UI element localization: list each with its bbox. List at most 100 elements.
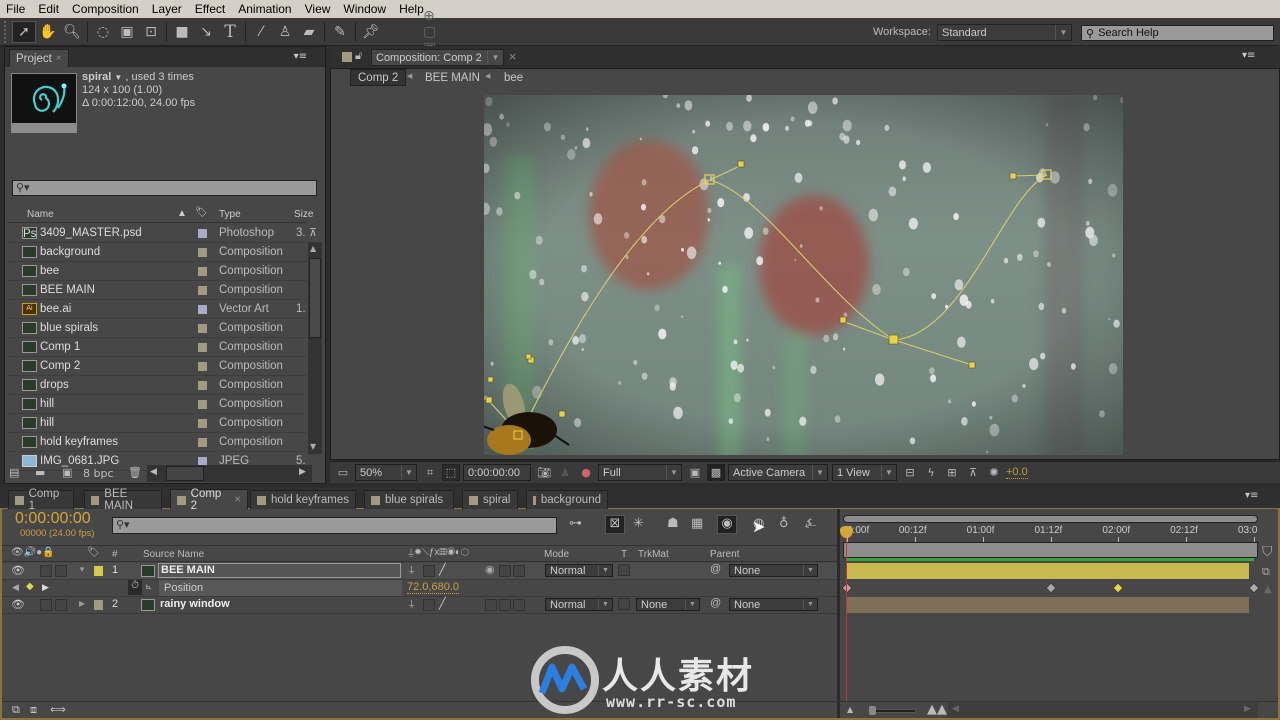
collapse-chevron-icon[interactable]: ▼ bbox=[78, 565, 86, 574]
composition-viewport[interactable] bbox=[484, 95, 1123, 455]
pick-whip-icon[interactable]: @ bbox=[710, 597, 721, 609]
timeline-tab[interactable]: hold keyframes bbox=[250, 490, 356, 509]
flowchart-icon[interactable]: ⊼ bbox=[964, 464, 982, 481]
rotation-tool-icon[interactable]: ◌ bbox=[91, 21, 115, 43]
pan-behind-tool-icon[interactable]: ⊡ bbox=[139, 21, 163, 43]
timeline-current-time[interactable]: 0:00:00:00 bbox=[15, 510, 91, 528]
project-horizontal-scrollbar[interactable]: ◀ ▶ bbox=[147, 465, 312, 482]
magnification-dropdown[interactable]: 50% ▼ bbox=[355, 464, 417, 481]
quality-switch[interactable] bbox=[423, 599, 435, 611]
scroll-left-icon[interactable]: ◀ bbox=[952, 704, 959, 714]
panel-menu-icon[interactable]: ▾≡ bbox=[1245, 490, 1258, 501]
mask-visibility-icon[interactable]: ⬚ bbox=[442, 464, 460, 481]
zoom-tool-icon[interactable]: 🔍︎ bbox=[60, 21, 84, 43]
zoom-in-icon[interactable]: ▲▲ bbox=[927, 702, 947, 717]
project-item[interactable]: Ps 3409_MASTER.psd Photoshop 3. bbox=[7, 224, 307, 243]
layer-label-color[interactable] bbox=[94, 566, 103, 576]
menu-help[interactable]: Help bbox=[399, 2, 424, 16]
tab-project[interactable]: Project × bbox=[9, 49, 69, 67]
eraser-tool-icon[interactable]: ▰ bbox=[297, 21, 321, 43]
search-help-input[interactable]: ⚲ Search Help bbox=[1081, 25, 1274, 41]
bit-depth-button[interactable]: 8 bpc bbox=[83, 467, 114, 480]
motion-blur-switch[interactable] bbox=[485, 599, 497, 611]
panel-menu-icon[interactable]: ▾≡ bbox=[1242, 50, 1255, 61]
timeline-search-input[interactable]: ⚲▾ bbox=[112, 517, 557, 534]
timeline-horizontal-scrollbar[interactable]: ◀ ▶ bbox=[948, 702, 1258, 718]
item-label-color[interactable] bbox=[198, 381, 207, 390]
camera-dropdown[interactable]: Active Camera ▼ bbox=[728, 464, 828, 481]
camera-tool-icon[interactable]: ▣ bbox=[115, 21, 139, 43]
menu-window[interactable]: Window bbox=[343, 2, 386, 16]
panel-grip[interactable] bbox=[4, 20, 8, 43]
puppet-pin-tool-icon[interactable]: 📌︎ bbox=[359, 21, 383, 43]
safe-margins-icon[interactable]: ⌗ bbox=[421, 464, 439, 481]
motion-blur-switch-icon[interactable]: ◉ bbox=[485, 563, 495, 576]
project-search-input[interactable]: ⚲▾ bbox=[12, 180, 317, 196]
close-icon[interactable]: × bbox=[508, 50, 517, 63]
project-item[interactable]: BEE MAIN Composition bbox=[7, 281, 307, 300]
resolution-dropdown[interactable]: Full ▼ bbox=[598, 464, 682, 481]
menu-animation[interactable]: Animation bbox=[238, 2, 291, 16]
breadcrumb-bee-main[interactable]: BEE MAIN bbox=[425, 72, 480, 84]
blend-mode-dropdown[interactable]: Normal ▼ bbox=[545, 564, 613, 577]
item-label-color[interactable] bbox=[198, 305, 207, 314]
visibility-eye-icon[interactable]: 👁︎ bbox=[11, 598, 25, 611]
transparency-grid-icon[interactable]: ▩ bbox=[707, 464, 725, 481]
menu-layer[interactable]: Layer bbox=[152, 2, 182, 16]
comp-button-icon[interactable]: ⧉ bbox=[1262, 565, 1270, 579]
hide-shy-layers-icon[interactable]: ☗ bbox=[667, 516, 679, 531]
new-composition-icon[interactable]: ▣ bbox=[62, 466, 72, 479]
fast-previews-icon[interactable]: ϟ bbox=[922, 464, 940, 481]
exposure-value[interactable]: +0.0 bbox=[1006, 466, 1028, 479]
text-tool-icon[interactable]: T bbox=[218, 21, 242, 43]
hand-tool-icon[interactable]: ✋ bbox=[36, 21, 60, 43]
graph-icon[interactable]: ⦜ bbox=[146, 581, 152, 592]
scroll-left-icon[interactable]: ◀ bbox=[150, 467, 157, 477]
label-column-icon[interactable]: 🏷︎ bbox=[195, 207, 208, 218]
project-item[interactable]: bee Composition bbox=[7, 262, 307, 281]
work-area-bar[interactable] bbox=[843, 542, 1258, 558]
3d-switch[interactable] bbox=[513, 599, 525, 611]
item-label-color[interactable] bbox=[198, 248, 207, 257]
clone-stamp-tool-icon[interactable]: ♙ bbox=[273, 21, 297, 43]
quality-slash-icon[interactable]: ╱ bbox=[439, 597, 446, 610]
project-item[interactable]: background Composition bbox=[7, 243, 307, 262]
column-type[interactable]: Type bbox=[219, 209, 241, 220]
visibility-eye-icon[interactable]: 👁︎ bbox=[11, 564, 25, 577]
reset-exposure-icon[interactable]: ✺ bbox=[985, 464, 1003, 481]
previous-keyframe-icon[interactable]: ◀ bbox=[12, 582, 19, 593]
timeline-zoom-slider[interactable] bbox=[869, 706, 916, 715]
close-icon[interactable]: × bbox=[56, 53, 62, 64]
item-label-color[interactable] bbox=[198, 400, 207, 409]
layer-duration-bar[interactable] bbox=[847, 563, 1249, 579]
parent-dropdown[interactable]: None ▼ bbox=[729, 598, 818, 611]
interpret-footage-icon[interactable]: ▤ bbox=[9, 466, 19, 479]
trash-icon[interactable]: 🗑︎ bbox=[128, 466, 142, 479]
solo-switch[interactable] bbox=[40, 599, 52, 611]
solo-switch[interactable] bbox=[40, 565, 52, 577]
slider-thumb[interactable] bbox=[869, 706, 876, 715]
draft-3d-icon[interactable]: ✳ bbox=[633, 516, 644, 531]
item-label-color[interactable] bbox=[198, 286, 207, 295]
flowchart-icon[interactable]: ⊼ bbox=[309, 226, 317, 239]
next-keyframe-icon[interactable]: ▶ bbox=[42, 582, 49, 593]
column-source-name[interactable]: Source Name bbox=[143, 549, 204, 560]
timeline-tab[interactable]: Comp 2 × bbox=[170, 488, 248, 512]
comp-marker-bin-icon[interactable]: ⛉ bbox=[1262, 544, 1273, 560]
sort-ascending-icon[interactable]: ▲ bbox=[177, 208, 187, 219]
pen-tool-icon[interactable]: ↘ bbox=[194, 21, 218, 43]
3d-switch[interactable] bbox=[513, 565, 525, 577]
layer-row[interactable]: 👁︎ ▶ 2 rainy window ⍊ ╱ Normal ▼ None ▼ … bbox=[2, 597, 837, 614]
track-matte-dropdown[interactable]: None ▼ bbox=[636, 598, 700, 611]
add-keyframe-icon[interactable]: ◆ bbox=[26, 581, 34, 592]
scroll-right-icon[interactable]: ▶ bbox=[299, 467, 306, 477]
roto-brush-tool-icon[interactable]: ✎ bbox=[328, 21, 352, 43]
layer-name[interactable]: rainy window bbox=[160, 598, 230, 610]
project-item[interactable]: Comp 1 Composition bbox=[7, 338, 307, 357]
toggle-modes-icon[interactable]: ⧈ bbox=[30, 703, 37, 717]
scroll-up-icon[interactable]: ▲ bbox=[1264, 584, 1272, 595]
composition-viewer-dropdown[interactable]: Composition: Comp 2 ▼ bbox=[371, 49, 504, 66]
channels-icon[interactable]: ● bbox=[577, 464, 595, 481]
time-navigator[interactable] bbox=[843, 515, 1258, 523]
layer-row[interactable]: 👁︎ ▼ 1 BEE MAIN ⍊ ╱ ◉ Normal ▼ @ None ▼ bbox=[2, 563, 837, 580]
